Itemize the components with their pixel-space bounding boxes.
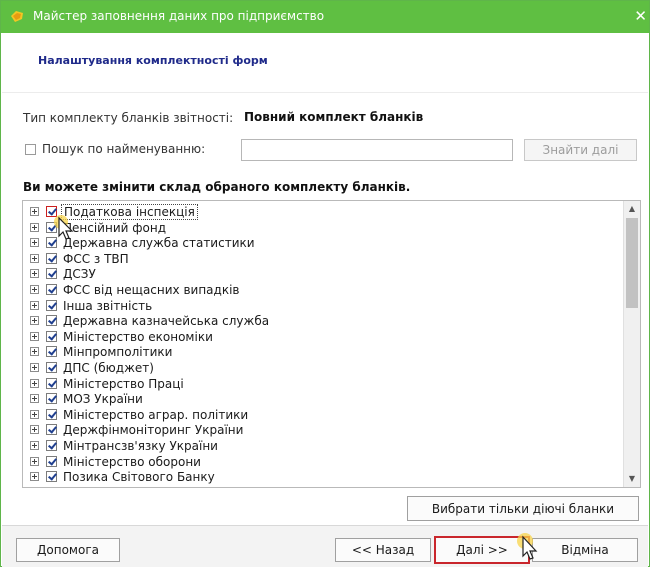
- expand-icon[interactable]: [30, 394, 39, 404]
- forms-tree[interactable]: Податкова інспекція Пенсійний фонд Держа…: [22, 200, 641, 488]
- select-active-forms-button[interactable]: Вибрати тільки діючі бланки: [407, 496, 639, 521]
- checkbox-checked-icon[interactable]: [46, 408, 57, 420]
- tree-row-label: Мінпромполітики: [63, 345, 173, 360]
- tree-row-moz[interactable]: МОЗ України: [23, 391, 621, 407]
- search-input[interactable]: [241, 139, 513, 161]
- expand-icon[interactable]: [30, 253, 39, 263]
- tree-row-label: Державна казначейська служба: [63, 314, 270, 329]
- search-by-name-label: Пошук по найменуванню:: [42, 142, 206, 156]
- tree-row-dszu[interactable]: ДСЗУ: [23, 266, 621, 282]
- forms-section-title: Ви можете змінити склад обраного комплек…: [23, 180, 411, 194]
- tree-row-ministry-labour[interactable]: Міністерство Праці: [23, 376, 621, 392]
- page-title: Налаштування комплектності форм: [38, 54, 268, 67]
- tree-row-minprompolityky[interactable]: Мінпромполітики: [23, 344, 621, 360]
- tree-row-label: ФСС від нещасних випадків: [63, 283, 240, 297]
- tree-row-label: Податкова інспекція: [61, 204, 198, 220]
- expand-icon[interactable]: [30, 300, 39, 310]
- expand-icon[interactable]: [30, 472, 39, 482]
- window-title: Майстер заповнення даних про підприємств…: [33, 9, 325, 23]
- tree-row-label: МОЗ України: [63, 392, 143, 407]
- tree-row-fss-tvp[interactable]: ФСС з ТВП: [23, 251, 621, 267]
- expand-icon[interactable]: [30, 316, 39, 326]
- checkbox-checked-icon[interactable]: [46, 315, 57, 327]
- tree-row-label: Міністерство економіки: [63, 329, 213, 344]
- tree-row-mintransport[interactable]: Мінтрансзв'язку України: [23, 438, 621, 454]
- expand-icon[interactable]: [30, 441, 39, 450]
- scroll-down-arrow-icon[interactable]: ▼: [624, 471, 640, 487]
- expand-icon[interactable]: [30, 363, 39, 372]
- find-next-button[interactable]: Знайти далі: [524, 139, 637, 161]
- tree-row-tax-inspection[interactable]: Податкова інспекція: [23, 204, 621, 220]
- expand-icon[interactable]: [30, 409, 39, 419]
- checkbox-checked-icon[interactable]: [46, 268, 57, 280]
- tree-row-treasury[interactable]: Державна казначейська служба: [23, 313, 621, 329]
- tree-row-label: Міністерство аграр. політики: [63, 407, 249, 422]
- tree-row-label: ДПС (бюджет): [63, 361, 154, 375]
- close-icon[interactable]: ✕: [634, 7, 647, 25]
- tree-row-label: Міністерство оборони: [63, 454, 201, 469]
- tree-row-ministry-defence[interactable]: Міністерство оборони: [23, 454, 621, 470]
- click-cursor-icon: [517, 533, 538, 560]
- help-button[interactable]: Допомога: [16, 538, 120, 562]
- tree-row-label: Державна служба статистики: [63, 236, 255, 251]
- expand-icon[interactable]: [30, 222, 39, 232]
- checkbox-checked-icon[interactable]: [46, 377, 57, 389]
- wizard-header: Налаштування комплектності форм: [2, 33, 648, 93]
- wizard-window: Майстер заповнення даних про підприємств…: [0, 0, 650, 567]
- kit-type-value: Повний комплект бланків: [244, 110, 424, 124]
- expand-icon[interactable]: [30, 331, 39, 341]
- cancel-button[interactable]: Відміна: [532, 538, 638, 562]
- checkbox-checked-icon[interactable]: [46, 424, 57, 436]
- checkbox-checked-icon[interactable]: [46, 299, 57, 311]
- kit-type-label: Тип комплекту бланків звітності:: [23, 111, 234, 125]
- expand-icon[interactable]: [30, 207, 39, 216]
- search-by-name-checkbox[interactable]: [25, 144, 36, 155]
- expand-icon[interactable]: [30, 285, 39, 294]
- tree-row-label: ДСЗУ: [63, 267, 96, 282]
- expand-icon[interactable]: [30, 425, 39, 435]
- tree-row-label: Мінтрансзв'язку України: [63, 439, 218, 453]
- checkbox-checked-icon[interactable]: [46, 346, 57, 358]
- checkbox-checked-icon[interactable]: [46, 330, 57, 342]
- expand-icon[interactable]: [30, 347, 39, 357]
- expand-icon[interactable]: [30, 378, 39, 388]
- click-cursor-icon: [54, 215, 74, 240]
- tree-row-label: Позика Світового Банку: [63, 470, 215, 485]
- expand-icon[interactable]: [30, 269, 39, 279]
- tree-row-ministry-economy[interactable]: Міністерство економіки: [23, 329, 621, 345]
- scroll-up-arrow-icon[interactable]: ▲: [624, 201, 640, 217]
- app-logo-icon: [11, 11, 23, 22]
- tree-row-ministry-agrarian[interactable]: Міністерство аграр. політики: [23, 407, 621, 423]
- checkbox-checked-icon[interactable]: [46, 362, 57, 373]
- checkbox-checked-icon[interactable]: [46, 471, 57, 483]
- tree-row-dps-budget[interactable]: ДПС (бюджет): [23, 360, 621, 376]
- tree-row-label: Міністерство Праці: [63, 376, 184, 391]
- checkbox-checked-icon[interactable]: [46, 455, 57, 467]
- title-bar: Майстер заповнення даних про підприємств…: [1, 1, 649, 33]
- checkbox-checked-icon[interactable]: [46, 440, 57, 451]
- checkbox-checked-icon[interactable]: [46, 252, 57, 264]
- vertical-scrollbar[interactable]: ▲ ▼: [623, 201, 640, 487]
- checkbox-checked-icon[interactable]: [46, 393, 57, 405]
- wizard-footer: Допомога << Назад Далі >> Відміна: [2, 525, 648, 567]
- tree-row-label: Держфінмоніторинг України: [63, 423, 244, 438]
- checkbox-checked-icon[interactable]: [46, 284, 57, 295]
- tree-row-statistics[interactable]: Державна служба статистики: [23, 235, 621, 251]
- tree-row-pension-fund[interactable]: Пенсійний фонд: [23, 220, 621, 236]
- tree-row-other-reports[interactable]: Інша звітність: [23, 298, 621, 314]
- tree-row-fss-accidents[interactable]: ФСС від нещасних випадків: [23, 282, 621, 298]
- back-button[interactable]: << Назад: [335, 538, 431, 562]
- tree-row-world-bank-loan[interactable]: Позика Світового Банку: [23, 469, 621, 485]
- scroll-thumb[interactable]: [626, 218, 638, 308]
- tree-row-label: Інша звітність: [63, 298, 153, 313]
- tree-row-finmonitoring[interactable]: Держфінмоніторинг України: [23, 422, 621, 438]
- expand-icon[interactable]: [30, 238, 39, 248]
- tree-row-label: ФСС з ТВП: [63, 251, 129, 266]
- expand-icon[interactable]: [30, 456, 39, 466]
